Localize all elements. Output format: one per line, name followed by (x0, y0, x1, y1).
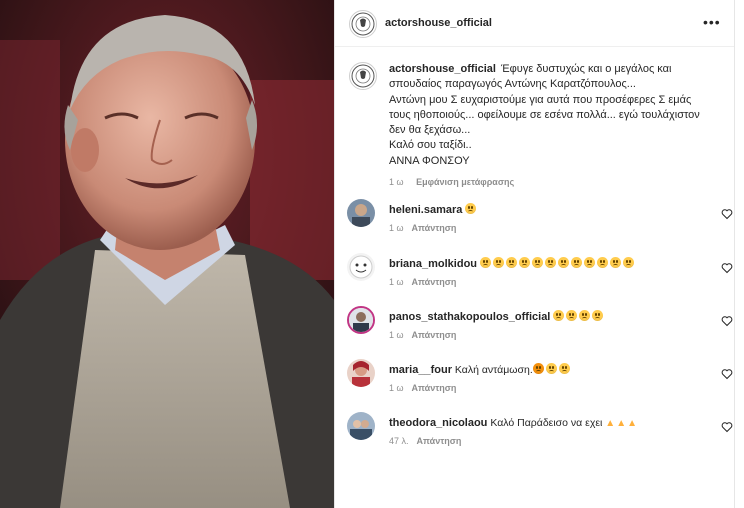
reply-button[interactable]: Απάντηση (412, 223, 457, 233)
avatar-photo-icon (347, 199, 375, 227)
like-heart-icon[interactable] (721, 368, 733, 380)
sad-face-emoji (505, 257, 517, 268)
sad-face-emoji (465, 203, 477, 214)
comment-time: 1 ω (389, 383, 404, 393)
sad-face-emoji (545, 363, 557, 374)
commenter-avatar[interactable] (347, 359, 375, 387)
portrait-image (0, 0, 334, 508)
caption-meta: 1 ω Εμφάνιση μετάφρασης (389, 175, 719, 190)
comment-meta: 47 λ. Απάντηση (389, 436, 461, 446)
commenter-username[interactable]: maria__four (389, 364, 452, 376)
comment-text: Καλό Παράδεισο να εχει (490, 417, 603, 429)
caption-username[interactable]: actorshouse_official (389, 63, 496, 75)
comment-body: briana_molkidou (389, 257, 709, 271)
comment-item: briana_molkidou 1 ω Απάντηση (347, 253, 735, 295)
caption-line: Αντώνη μου Σ ευχαριστούμε για αυτά που π… (389, 93, 692, 106)
comment-text: Καλή αντάμωση. (454, 364, 533, 376)
caption-line: δεν θα ξεχάσω... (389, 124, 471, 137)
comment-time: 1 ω (389, 277, 404, 287)
commenter-avatar[interactable] (347, 199, 375, 227)
sad-face-emoji (596, 257, 608, 268)
comment-meta: 1 ω Απάντηση (389, 223, 456, 233)
sad-face-emoji (609, 257, 621, 268)
like-heart-icon[interactable] (721, 315, 733, 327)
caption-line: ΑΝΝΑ ΦΟΝΣΟΥ (389, 154, 470, 167)
more-options-icon[interactable]: ••• (703, 14, 721, 30)
comment-body: heleni.samara (389, 203, 709, 217)
actors-house-logo-icon (351, 12, 375, 36)
comment-meta: 1 ω Απάντηση (389, 277, 456, 287)
see-translation-link[interactable]: Εμφάνιση μετάφρασης (416, 177, 514, 187)
post-details-panel: actorshouse_official ••• actorshouse_off… (334, 0, 735, 508)
comment-body: maria__four Καλή αντάμωση. (389, 363, 709, 377)
sad-face-emoji (531, 257, 543, 268)
comment-time: 1 ω (389, 330, 404, 340)
avatar-photo-icon (347, 359, 375, 387)
sad-face-emoji (557, 257, 569, 268)
caption-text: actorshouse_official Έφυγε δυστυχώς και … (389, 62, 719, 190)
like-heart-icon[interactable] (721, 421, 733, 433)
sad-face-emoji (553, 310, 565, 321)
comment-time: 1 ω (389, 223, 404, 233)
commenter-username[interactable]: panos_stathakopoulos_official (389, 311, 550, 323)
caption-line: Έφυγε δυστυχώς και ο μεγάλος και (501, 63, 672, 75)
comment-meta: 1 ω Απάντηση (389, 330, 456, 340)
comment-meta: 1 ω Απάντηση (389, 383, 456, 393)
sad-face-emoji (583, 257, 595, 268)
heart-eyes-emoji (532, 363, 544, 374)
sad-face-emoji (492, 257, 504, 268)
sad-face-emoji (622, 257, 634, 268)
commenter-avatar[interactable] (347, 306, 375, 334)
sad-face-emoji (558, 363, 570, 374)
avatar-photo-icon (347, 412, 375, 440)
sad-face-emoji (518, 257, 530, 268)
reply-button[interactable]: Απάντηση (412, 277, 457, 287)
sad-face-emoji (579, 310, 591, 321)
reply-button[interactable]: Απάντηση (417, 436, 462, 446)
author-avatar[interactable] (349, 10, 377, 38)
comment-item: theodora_nicolaou Καλό Παράδεισο να εχει… (347, 412, 735, 454)
sad-face-emoji (566, 310, 578, 321)
comment-body: theodora_nicolaou Καλό Παράδεισο να εχει… (389, 416, 709, 431)
caption-line: Καλό σου ταξίδι.. (389, 139, 472, 152)
window-edge (734, 0, 744, 508)
comment-time: 47 λ. (389, 436, 409, 446)
avatar-photo-icon (349, 308, 373, 332)
reply-button[interactable]: Απάντηση (412, 383, 457, 393)
praying-hands-emoji: ▲ (605, 418, 616, 429)
like-heart-icon[interactable] (721, 262, 733, 274)
comment-item: maria__four Καλή αντάμωση. 1 ω Απάντηση (347, 359, 735, 401)
author-username[interactable]: actorshouse_official (385, 17, 492, 29)
praying-hands-emoji: ▲ (616, 418, 627, 429)
commenter-avatar[interactable] (347, 253, 375, 281)
reply-button[interactable]: Απάντηση (412, 330, 457, 340)
instagram-post-view: actorshouse_official ••• actorshouse_off… (0, 0, 744, 508)
like-heart-icon[interactable] (721, 208, 733, 220)
caption-avatar[interactable] (349, 62, 377, 90)
caption-line: σπουδαίος παραγωγός Αντώνης Καρατζόπουλο… (389, 78, 636, 91)
caption-line: τους ηθοποιούς... οφείλουμε σε εσένα πολ… (389, 108, 700, 121)
commenter-username[interactable]: briana_molkidou (389, 258, 477, 270)
post-header: actorshouse_official ••• (335, 0, 735, 47)
sad-face-emoji (544, 257, 556, 268)
sad-face-emoji (592, 310, 604, 321)
sad-face-emoji (479, 257, 491, 268)
comment-item: heleni.samara 1 ω Απάντηση (347, 199, 735, 241)
comment-item: panos_stathakopoulos_official 1 ω Απάντησ… (347, 306, 735, 348)
comment-body: panos_stathakopoulos_official (389, 310, 709, 324)
commenter-avatar[interactable] (347, 412, 375, 440)
caption-time: 1 ω (389, 177, 404, 188)
smiley-avatar-icon (347, 253, 375, 281)
commenter-username[interactable]: theodora_nicolaou (389, 417, 487, 429)
actors-house-logo-icon (351, 64, 375, 88)
post-photo[interactable] (0, 0, 334, 508)
sad-face-emoji (570, 257, 582, 268)
commenter-username[interactable]: heleni.samara (389, 204, 462, 216)
praying-hands-emoji: ▲ (627, 418, 637, 429)
